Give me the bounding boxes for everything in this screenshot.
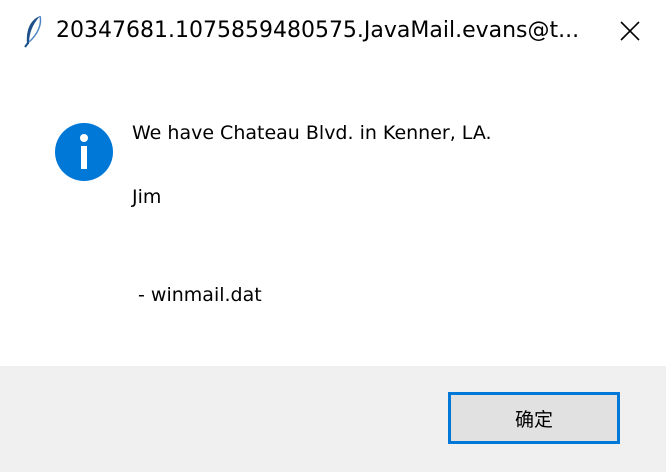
message-line: Jim bbox=[132, 186, 162, 208]
message-dialog: 20347681.1075859480575.JavaMail.evans@t.… bbox=[0, 0, 666, 472]
dialog-content: We have Chateau Blvd. in Kenner, LA. Jim… bbox=[0, 62, 666, 366]
close-button[interactable] bbox=[604, 12, 656, 50]
message-line: We have Chateau Blvd. in Kenner, LA. bbox=[132, 122, 492, 144]
message-line: - winmail.dat bbox=[132, 284, 262, 306]
ok-button-label: 确定 bbox=[514, 408, 553, 431]
dialog-footer: 确定 bbox=[0, 366, 666, 472]
close-icon bbox=[620, 21, 640, 41]
ok-button[interactable]: 确定 bbox=[448, 392, 620, 444]
title-bar[interactable]: 20347681.1075859480575.JavaMail.evans@t.… bbox=[0, 0, 666, 62]
window-title: 20347681.1075859480575.JavaMail.evans@t.… bbox=[56, 18, 580, 43]
feather-icon bbox=[24, 15, 42, 48]
info-icon bbox=[55, 123, 113, 181]
